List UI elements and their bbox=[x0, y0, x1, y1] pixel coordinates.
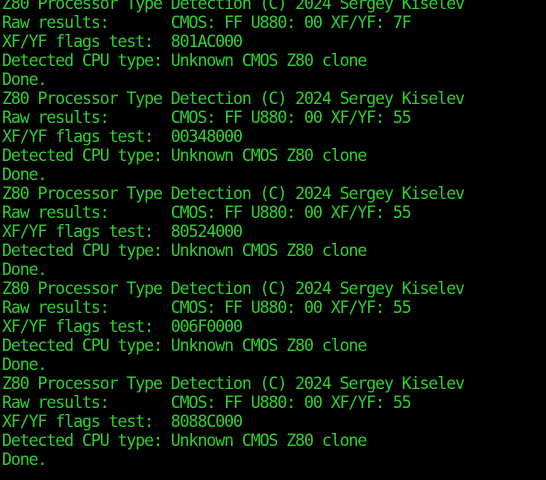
terminal-line: Raw results: CMOS: FF U880: 00 XF/YF: 55 bbox=[2, 298, 412, 317]
terminal-line: Detected CPU type: Unknown CMOS Z80 clon… bbox=[2, 241, 367, 260]
terminal-line: Raw results: CMOS: FF U880: 00 XF/YF: 55 bbox=[2, 203, 412, 222]
terminal-line: Z80 Processor Type Detection (C) 2024 Se… bbox=[2, 184, 465, 203]
terminal-line: XF/YF flags test: 801AC000 bbox=[2, 32, 243, 51]
terminal-output[interactable]: Z80 Processor Type Detection (C) 2024 Se… bbox=[0, 0, 546, 480]
terminal-line: Done. bbox=[2, 70, 47, 89]
terminal-line: Raw results: CMOS: FF U880: 00 XF/YF: 55 bbox=[2, 393, 412, 412]
terminal-line: XF/YF flags test: 80524000 bbox=[2, 222, 243, 241]
terminal-line: Detected CPU type: Unknown CMOS Z80 clon… bbox=[2, 336, 367, 355]
terminal-line: Done. bbox=[2, 450, 47, 469]
terminal-line: XF/YF flags test: 8088C000 bbox=[2, 412, 243, 431]
terminal-line: Done. bbox=[2, 165, 47, 184]
terminal-line: Raw results: CMOS: FF U880: 00 XF/YF: 7F bbox=[2, 13, 412, 32]
terminal-line: Done. bbox=[2, 260, 47, 279]
terminal-line: Detected CPU type: Unknown CMOS Z80 clon… bbox=[2, 431, 367, 450]
terminal-line: XF/YF flags test: 006F0000 bbox=[2, 317, 243, 336]
terminal-line: Z80 Processor Type Detection (C) 2024 Se… bbox=[2, 279, 465, 298]
terminal-line: Z80 Processor Type Detection (C) 2024 Se… bbox=[2, 89, 465, 108]
terminal-line: XF/YF flags test: 00348000 bbox=[2, 127, 243, 146]
terminal-line: Done. bbox=[2, 355, 47, 374]
terminal-line: Detected CPU type: Unknown CMOS Z80 clon… bbox=[2, 51, 367, 70]
terminal-line: Detected CPU type: Unknown CMOS Z80 clon… bbox=[2, 146, 367, 165]
terminal-line: Z80 Processor Type Detection (C) 2024 Se… bbox=[2, 0, 465, 13]
terminal-line: Raw results: CMOS: FF U880: 00 XF/YF: 55 bbox=[2, 108, 412, 127]
terminal-line: Z80 Processor Type Detection (C) 2024 Se… bbox=[2, 374, 465, 393]
